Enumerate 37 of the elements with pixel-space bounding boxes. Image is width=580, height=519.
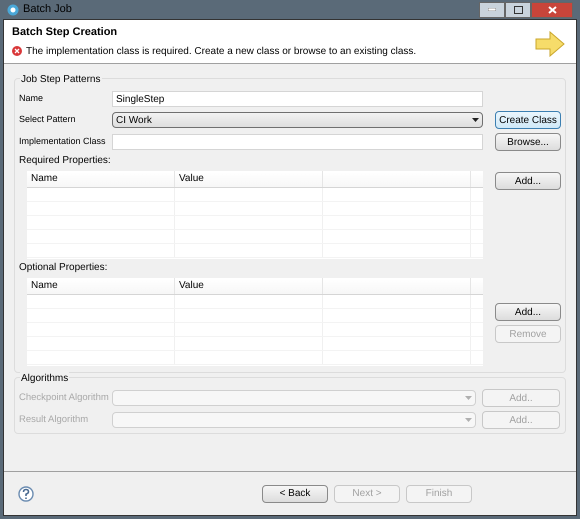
maximize-icon	[514, 6, 522, 14]
button[interactable]: Browse...	[495, 133, 561, 151]
column-header[interactable]: Value	[175, 171, 323, 187]
column-header[interactable]: Name	[27, 278, 175, 294]
error-icon	[12, 46, 22, 56]
back-button[interactable]: < Back	[262, 484, 328, 502]
group-title: Algorithms	[20, 371, 70, 386]
column-header[interactable]: Name	[27, 171, 175, 187]
arrow-icon	[535, 31, 565, 57]
maximize-button[interactable]	[505, 2, 531, 18]
app-icon	[7, 4, 19, 16]
pattern-dropdown[interactable]: CI Work	[112, 112, 483, 128]
field-label: Implementation Class	[19, 135, 107, 148]
dropdown-arrow-icon	[472, 118, 479, 122]
page-title: Batch Step Creation	[12, 25, 118, 40]
text-field[interactable]	[112, 134, 483, 150]
field-label: Result Algorithm	[19, 412, 90, 427]
group-title: Job Step Patterns	[20, 72, 102, 87]
column-header[interactable]: Value	[175, 278, 323, 294]
section-label: Required Properties:	[19, 154, 112, 168]
button[interactable]: Add...	[495, 303, 561, 321]
close-icon	[548, 6, 556, 14]
field-label: Checkpoint Algorithm	[19, 390, 110, 405]
text-field[interactable]: SingleStep	[112, 91, 483, 107]
error-message: The implementation class is required. Create a new class or browse to an existing class.	[26, 44, 416, 58]
dropdown-arrow-icon	[465, 418, 472, 422]
window-title: Batch Job	[23, 2, 72, 18]
button[interactable]: Create Class	[495, 111, 561, 129]
help-icon[interactable]	[18, 486, 34, 502]
close-button[interactable]	[531, 2, 573, 18]
minimize-icon	[488, 8, 496, 11]
section-label: Optional Properties:	[19, 261, 108, 275]
dropdown-arrow-icon	[465, 396, 472, 400]
minimize-button[interactable]	[479, 2, 505, 18]
field-label: Name	[19, 92, 44, 106]
button[interactable]: Add...	[495, 172, 561, 190]
field-label: Select Pattern	[19, 113, 77, 126]
